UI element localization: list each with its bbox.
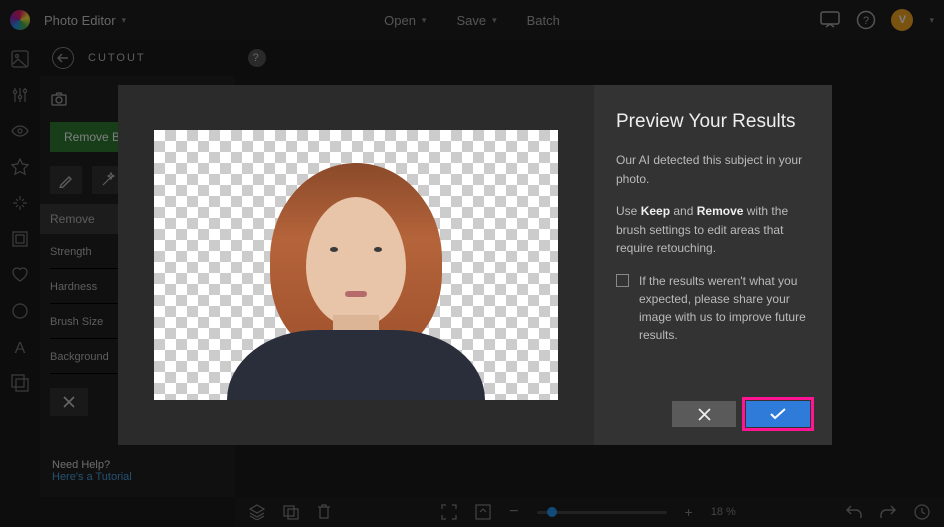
modal-detected: Our AI detected this subject in your pho… xyxy=(616,151,810,188)
confirm-button[interactable] xyxy=(746,401,810,427)
modal-title: Preview Your Results xyxy=(616,111,810,133)
modal-instruction: Use Keep and Remove with the brush setti… xyxy=(616,202,810,258)
subject-silhouette xyxy=(226,145,486,400)
modal-actions xyxy=(616,401,810,427)
cutout-preview xyxy=(154,130,558,400)
modal-info: Preview Your Results Our AI detected thi… xyxy=(594,85,832,445)
feedback-checkbox[interactable] xyxy=(616,274,629,287)
cancel-button[interactable] xyxy=(672,401,736,427)
preview-area xyxy=(118,85,594,445)
preview-modal: Preview Your Results Our AI detected thi… xyxy=(118,85,832,445)
feedback-text: If the results weren't what you expected… xyxy=(639,272,810,344)
feedback-row: If the results weren't what you expected… xyxy=(616,272,810,344)
